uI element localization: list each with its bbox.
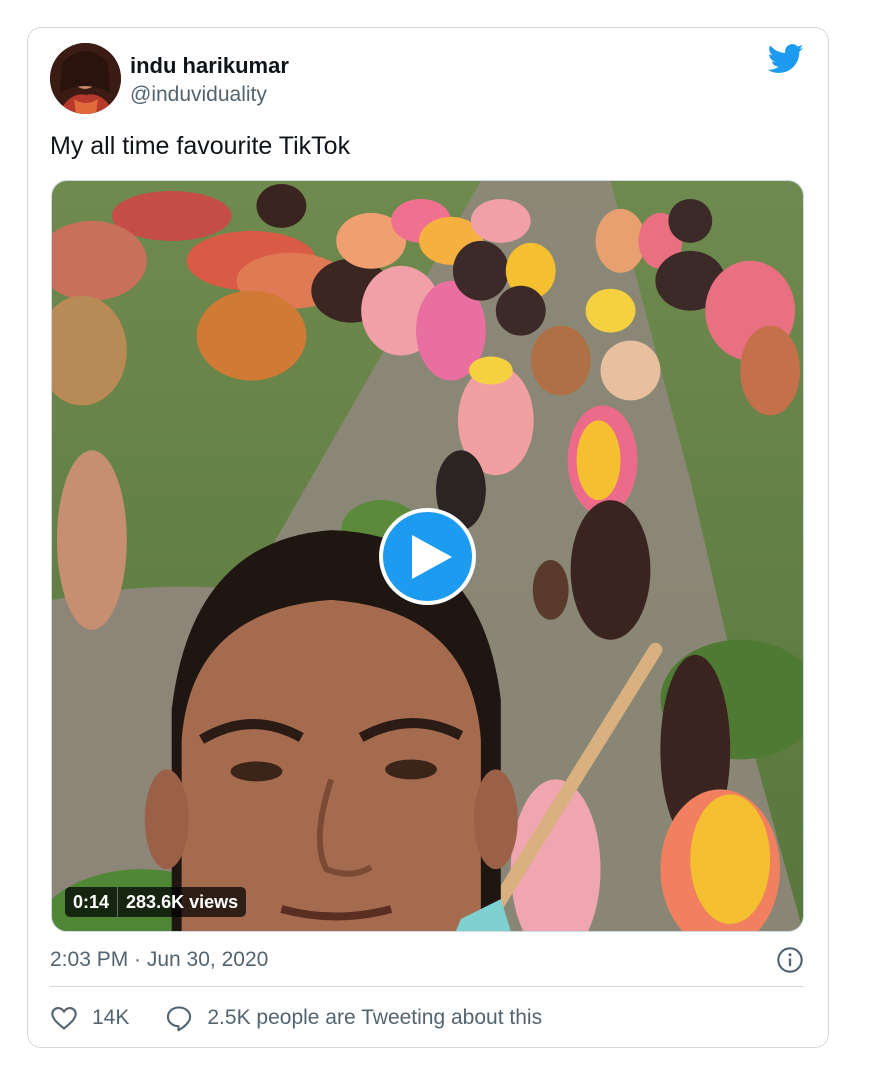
tweet-actions: 14K 2.5K people are Tweeting about this — [50, 1004, 542, 1032]
twitter-bird-icon[interactable] — [768, 44, 804, 74]
tweet-text: My all time favourite TikTok — [50, 132, 351, 160]
speech-bubble-icon — [167, 1006, 192, 1032]
like-count: 14K — [92, 1006, 130, 1029]
author-handle[interactable]: @induviduality — [130, 83, 267, 107]
avatar[interactable] — [50, 43, 121, 114]
conversation-link[interactable]: 2.5K people are Tweeting about this — [165, 1004, 542, 1032]
tweet-card[interactable]: indu harikumar @induviduality My all tim… — [27, 27, 829, 1048]
video-views: 283.6K views — [126, 892, 239, 912]
author-name[interactable]: indu harikumar — [130, 53, 289, 79]
tweet-timestamp[interactable]: 2:03 PM · Jun 30, 2020 — [50, 948, 268, 972]
heart-icon — [51, 1007, 77, 1030]
divider — [50, 986, 804, 987]
avatar-image — [50, 43, 121, 114]
video-meta-badge: 0:14 283.6K views — [65, 887, 247, 917]
play-icon — [411, 534, 452, 579]
play-button[interactable] — [379, 508, 476, 605]
conversation-text: 2.5K people are Tweeting about this — [207, 1006, 543, 1029]
info-icon[interactable] — [776, 946, 804, 974]
video-player[interactable]: 0:14 283.6K views — [51, 180, 804, 932]
video-duration: 0:14 — [73, 892, 110, 912]
like-button[interactable]: 14K — [50, 1004, 165, 1032]
